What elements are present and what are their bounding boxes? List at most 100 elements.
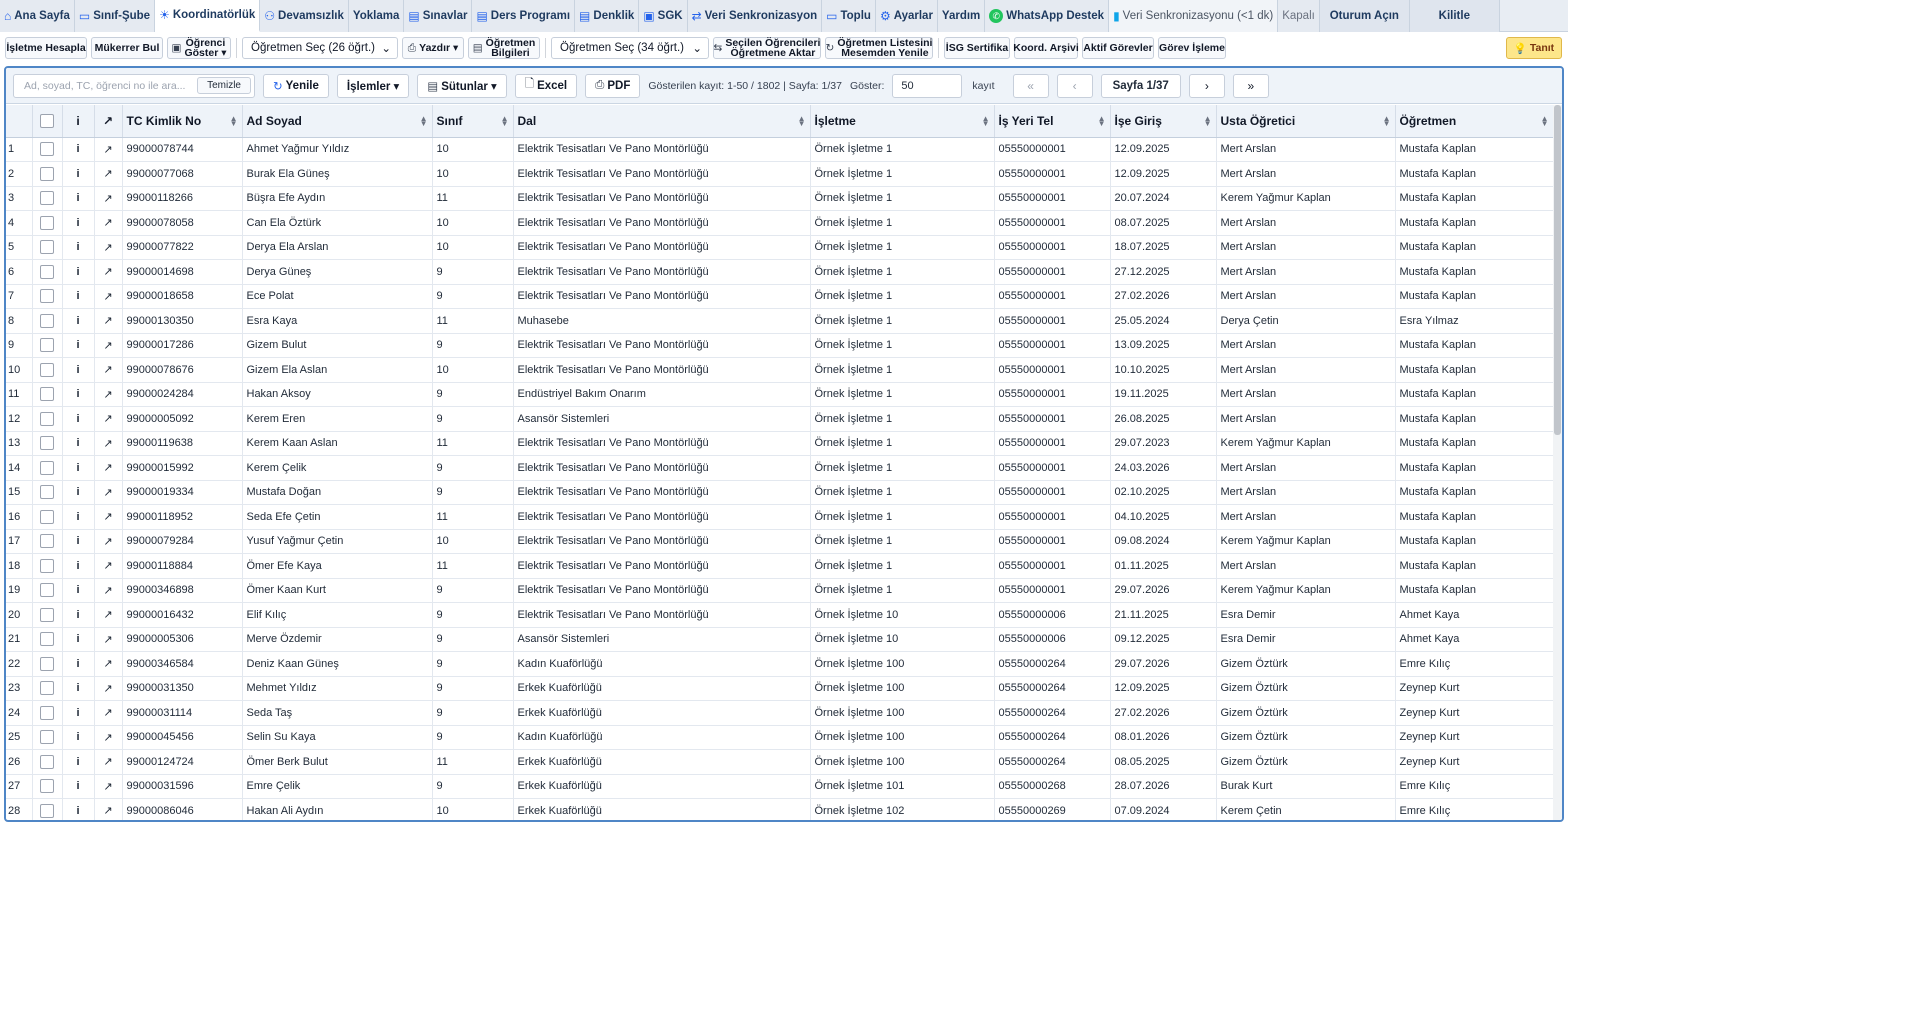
isletme-hesapla-button[interactable]: İşletme Hesapla: [5, 37, 87, 59]
tc-header[interactable]: TC Kimlik No ▲ ▼: [122, 105, 243, 138]
external-link-icon[interactable]: ↗: [94, 161, 123, 187]
table-row[interactable]: 14 i ↗ 99000015992 Kerem Çelik 9 Elektrik Tesi…: [6, 455, 1554, 481]
row-checkbox[interactable]: [40, 754, 54, 769]
row-checkbox[interactable]: [40, 436, 54, 451]
external-link-icon[interactable]: ↗: [94, 284, 123, 309]
tab-7[interactable]: ▤ Ders Programı: [472, 0, 576, 32]
table-row[interactable]: 1 i ↗ 99000078744 Ahmet Yağmur Yıldız 10 Elekt…: [6, 137, 1554, 162]
info-icon[interactable]: i: [62, 382, 95, 407]
info-icon[interactable]: i: [62, 627, 95, 652]
table-row[interactable]: 23 i ↗ 99000031350 Mehmet Yıldız 9 Erkek Kuafö…: [6, 676, 1554, 701]
sort-icon[interactable]: ▲ ▼: [1204, 115, 1212, 128]
info-icon[interactable]: i: [62, 235, 95, 260]
tab-14[interactable]: ✆ WhatsApp Destek: [985, 0, 1110, 32]
table-row[interactable]: 16 i ↗ 99000118952 Seda Efe Çetin 11 Elektrik …: [6, 504, 1554, 530]
table-row[interactable]: 21 i ↗ 99000005306 Merve Özdemir 9 Asansör Sis…: [6, 627, 1554, 652]
row-checkbox[interactable]: [40, 803, 54, 818]
table-row[interactable]: 24 i ↗ 99000031114 Seda Taş 9 Erkek Kuaförlüğü…: [6, 700, 1554, 726]
class-header[interactable]: Sınıf ▲ ▼: [432, 105, 514, 138]
first-page-button[interactable]: «: [1012, 73, 1049, 98]
row-checkbox[interactable]: [40, 534, 54, 549]
sort-icon[interactable]: ▲ ▼: [230, 115, 238, 128]
external-link-icon[interactable]: ↗: [94, 259, 123, 285]
tab-8[interactable]: ▤ Denklik: [575, 0, 640, 32]
info-icon[interactable]: i: [62, 553, 95, 579]
sort-icon[interactable]: ▲ ▼: [420, 115, 428, 128]
sort-icon[interactable]: ▲ ▼: [982, 115, 990, 128]
tab-15[interactable]: ▮ Veri Senkronizasyonu (<1 dk): [1109, 0, 1279, 32]
external-link-icon[interactable]: ↗: [94, 455, 123, 481]
sort-icon[interactable]: ▲ ▼: [501, 115, 509, 128]
external-link-icon[interactable]: ↗: [94, 553, 123, 579]
ogretmen-secim-select-2[interactable]: Öğretmen Seç (34 öğrt.) ⌄: [551, 37, 709, 59]
info-icon[interactable]: i: [62, 798, 95, 820]
yazdir-button[interactable]: ⎙ Yazdır ▾: [402, 37, 464, 59]
tab-12[interactable]: ⚙ Ayarlar: [875, 0, 938, 32]
row-checkbox[interactable]: [40, 411, 54, 426]
koord-arsivi-button[interactable]: Koord. Arşivi: [1013, 37, 1079, 59]
external-link-icon[interactable]: ↗: [94, 529, 123, 554]
table-row[interactable]: 15 i ↗ 99000019334 Mustafa Doğan 9 Elektrik Te…: [6, 480, 1554, 505]
info-icon[interactable]: i: [62, 749, 95, 775]
info-icon[interactable]: i: [62, 725, 95, 750]
row-checkbox[interactable]: [40, 779, 54, 794]
row-checkbox[interactable]: [40, 656, 54, 671]
row-checkbox[interactable]: [40, 362, 54, 377]
tab-11[interactable]: ▭ Toplu: [822, 0, 876, 32]
external-link-icon[interactable]: ↗: [94, 774, 123, 799]
external-link-icon[interactable]: ↗: [94, 235, 123, 260]
info-icon[interactable]: i: [62, 161, 95, 187]
ogretmen-bilgileri-button[interactable]: ▤ Öğretmen Bilgileri: [468, 37, 540, 59]
isg-sertifika-button[interactable]: İSG Sertifika: [944, 37, 1010, 59]
per-page-input[interactable]: 50: [892, 73, 963, 98]
row-checkbox[interactable]: [40, 191, 54, 206]
external-link-icon[interactable]: ↗: [94, 431, 123, 456]
info-icon[interactable]: i: [62, 602, 95, 628]
aktif-gorevler-button[interactable]: Aktif Görevler: [1082, 37, 1154, 59]
tab-10[interactable]: ⇄ Veri Senkronizasyon: [687, 0, 823, 32]
table-row[interactable]: 10 i ↗ 99000078676 Gizem Ela Aslan 10 Elektrik…: [6, 357, 1554, 383]
row-checkbox[interactable]: [40, 485, 54, 500]
info-icon[interactable]: i: [62, 578, 95, 603]
tab-5[interactable]: Yoklama: [348, 0, 405, 32]
phone-header[interactable]: İş Yeri Tel ▲ ▼: [994, 105, 1111, 138]
excel-button[interactable]: 🗋 Excel: [514, 73, 578, 98]
row-checkbox[interactable]: [40, 558, 54, 573]
external-link-icon[interactable]: ↗: [94, 137, 123, 162]
prev-page-button[interactable]: ‹: [1056, 73, 1093, 98]
tab-3[interactable]: ☀ Koordinatörlük: [155, 0, 261, 32]
sort-icon[interactable]: ▲ ▼: [1383, 115, 1391, 128]
info-icon[interactable]: i: [62, 137, 95, 162]
table-row[interactable]: 19 i ↗ 99000346898 Ömer Kaan Kurt 9 Elektrik T…: [6, 578, 1554, 603]
tab-6[interactable]: ▤ Sınavlar: [404, 0, 473, 32]
tab-4[interactable]: ⚇ Devamsızlık: [260, 0, 349, 32]
scrollbar-thumb[interactable]: [1554, 105, 1561, 435]
tab-2[interactable]: ▭ Sınıf-Şube: [74, 0, 156, 32]
table-row[interactable]: 22 i ↗ 99000346584 Deniz Kaan Güneş 9 Kadın Ku…: [6, 651, 1554, 677]
table-row[interactable]: 2 i ↗ 99000077068 Burak Ela Güneş 10 Elektrik …: [6, 161, 1554, 187]
search-input[interactable]: Ad, soyad, TC, öğrenci no ile ara... Tem…: [13, 73, 255, 98]
master-header[interactable]: Usta Öğretici ▲ ▼: [1216, 105, 1396, 138]
name-header[interactable]: Ad Soyad ▲ ▼: [242, 105, 433, 138]
row-checkbox[interactable]: [40, 387, 54, 402]
tab-18[interactable]: Kilitle: [1409, 0, 1500, 32]
tab-17[interactable]: Oturum Açın: [1319, 0, 1410, 32]
external-link-icon[interactable]: ↗: [94, 186, 123, 211]
table-row[interactable]: 9 i ↗ 99000017286 Gizem Bulut 9 Elektrik Tesis…: [6, 333, 1554, 358]
external-link-icon[interactable]: ↗: [94, 578, 123, 603]
info-icon[interactable]: i: [62, 651, 95, 677]
external-link-icon[interactable]: ↗: [94, 504, 123, 530]
info-icon[interactable]: i: [62, 676, 95, 701]
external-link-icon[interactable]: ↗: [94, 700, 123, 726]
external-link-icon[interactable]: ↗: [94, 406, 123, 432]
external-link-icon[interactable]: ↗: [94, 357, 123, 383]
last-page-button[interactable]: »: [1232, 73, 1269, 98]
info-icon[interactable]: i: [62, 210, 95, 236]
table-row[interactable]: 7 i ↗ 99000018658 Ece Polat 9 Elektrik Tesisat…: [6, 284, 1554, 309]
company-header[interactable]: İşletme ▲ ▼: [810, 105, 995, 138]
info-icon[interactable]: i: [62, 333, 95, 358]
islemler-button[interactable]: İşlemler ▾: [336, 73, 410, 98]
row-checkbox[interactable]: [40, 460, 54, 475]
row-checkbox[interactable]: [40, 509, 54, 524]
info-icon[interactable]: i: [62, 284, 95, 309]
